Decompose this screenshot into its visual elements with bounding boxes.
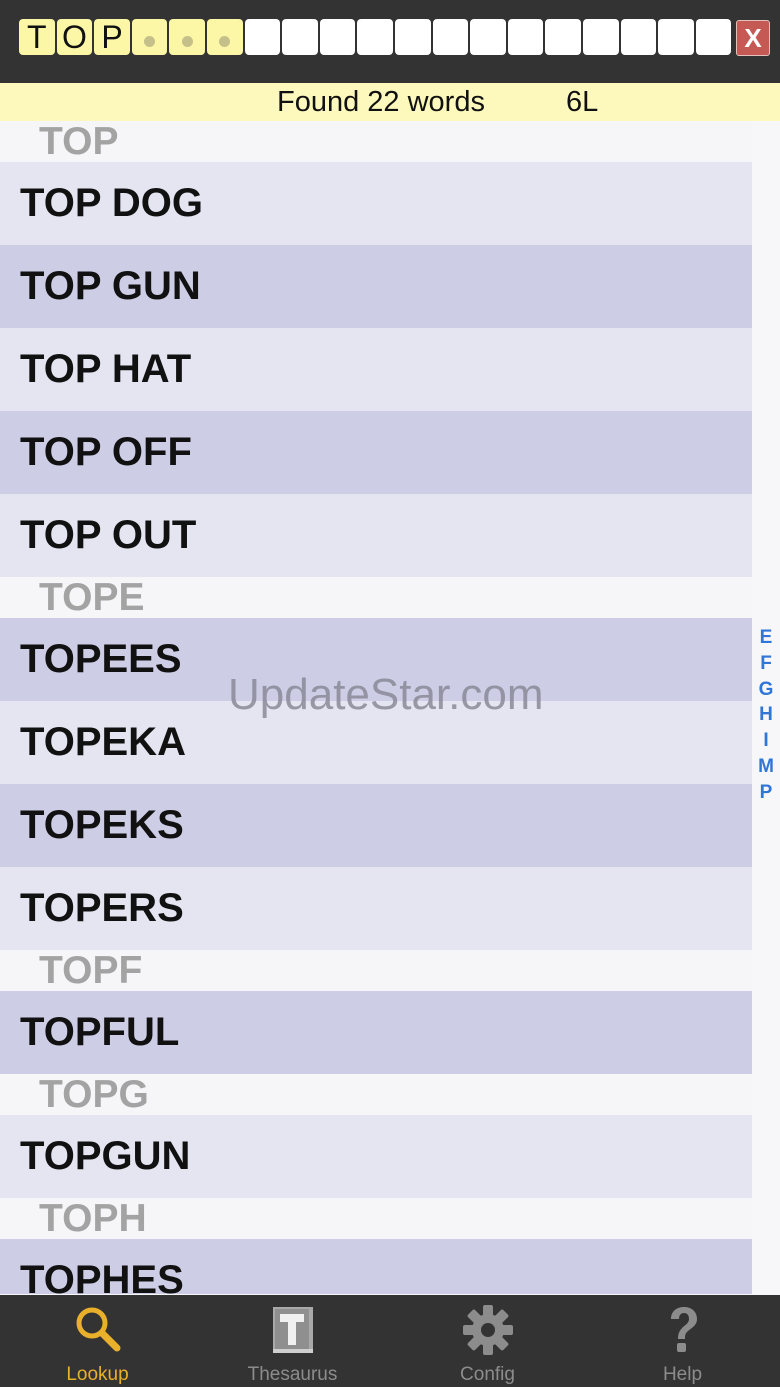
letter-tile[interactable]: T — [19, 19, 55, 55]
word-row[interactable]: TOPERS — [0, 867, 752, 950]
tab-label: Config — [460, 1364, 515, 1385]
wildcard-dot-icon — [181, 35, 193, 47]
word-row[interactable]: TOP GUN — [0, 245, 752, 328]
clear-button[interactable]: X — [736, 20, 770, 56]
magnifier-icon — [76, 1307, 120, 1352]
empty-tile[interactable] — [432, 19, 469, 55]
index-letter[interactable]: E — [754, 625, 778, 651]
empty-tile[interactable] — [507, 19, 544, 55]
empty-tile[interactable] — [620, 19, 657, 55]
wildcard-tile[interactable] — [169, 19, 205, 55]
wildcard-dot-icon — [219, 35, 231, 47]
search-bar: TOP X — [0, 0, 780, 83]
index-letter[interactable]: G — [754, 677, 778, 703]
section-header: TOPG — [0, 1074, 752, 1116]
empty-tile[interactable] — [244, 19, 281, 55]
index-letter[interactable]: I — [754, 728, 778, 754]
wildcard-dot-icon — [144, 35, 156, 47]
index-letter[interactable]: P — [754, 780, 778, 806]
wildcard-tile[interactable] — [131, 19, 168, 55]
word-length: 6L — [566, 86, 599, 118]
word-row[interactable]: TOP DOG — [0, 162, 752, 245]
letter-tile[interactable]: P — [94, 19, 130, 55]
empty-tile[interactable] — [357, 19, 393, 55]
index-letter[interactable]: F — [754, 651, 778, 677]
index-letter[interactable]: H — [754, 702, 778, 728]
word-row[interactable]: TOP OFF — [0, 411, 752, 494]
tab-label: Thesaurus — [247, 1364, 338, 1385]
tab-label: Help — [662, 1364, 703, 1385]
word-row[interactable]: TOPFUL — [0, 991, 752, 1074]
empty-tile[interactable] — [282, 19, 318, 55]
section-header: TOPE — [0, 577, 752, 619]
empty-tile[interactable] — [319, 19, 356, 55]
empty-tile[interactable] — [658, 19, 694, 55]
section-header: TOPH — [0, 1198, 752, 1240]
letter-tile[interactable]: O — [56, 19, 93, 55]
word-row[interactable]: TOPHES — [0, 1239, 752, 1294]
word-row[interactable]: TOP HAT — [0, 328, 752, 411]
tab-label: Lookup — [66, 1364, 129, 1385]
empty-tile[interactable] — [582, 19, 619, 55]
section-header: TOPF — [0, 950, 752, 992]
wildcard-tile[interactable] — [206, 19, 243, 55]
section-index[interactable]: EFGHIMP — [754, 625, 778, 806]
found-count: Found 22 words — [277, 86, 485, 118]
tab-thesaurus[interactable]: Thesaurus — [195, 1295, 390, 1387]
book-t-icon — [272, 1307, 313, 1353]
word-row[interactable]: TOP OUT — [0, 494, 752, 577]
letter-tiles[interactable]: TOP — [19, 19, 732, 55]
tab-help[interactable]: Help — [585, 1295, 780, 1387]
watermark: UpdateStar.com — [228, 670, 544, 719]
status-strip: Found 22 words 6L — [0, 83, 780, 121]
index-letter[interactable]: M — [754, 754, 778, 780]
word-row[interactable]: TOPEKS — [0, 784, 752, 867]
empty-tile[interactable] — [470, 19, 506, 55]
gear-icon — [462, 1305, 513, 1355]
tab-lookup[interactable]: Lookup — [0, 1295, 195, 1387]
tab-bar: Lookup Thesaurus Config Help — [0, 1295, 780, 1387]
question-icon — [670, 1307, 697, 1352]
section-header: TOP — [0, 121, 752, 163]
empty-tile[interactable] — [545, 19, 581, 55]
empty-tile[interactable] — [695, 19, 732, 55]
empty-tile[interactable] — [394, 19, 431, 55]
word-row[interactable]: TOPGUN — [0, 1115, 752, 1198]
tab-config[interactable]: Config — [390, 1295, 585, 1387]
